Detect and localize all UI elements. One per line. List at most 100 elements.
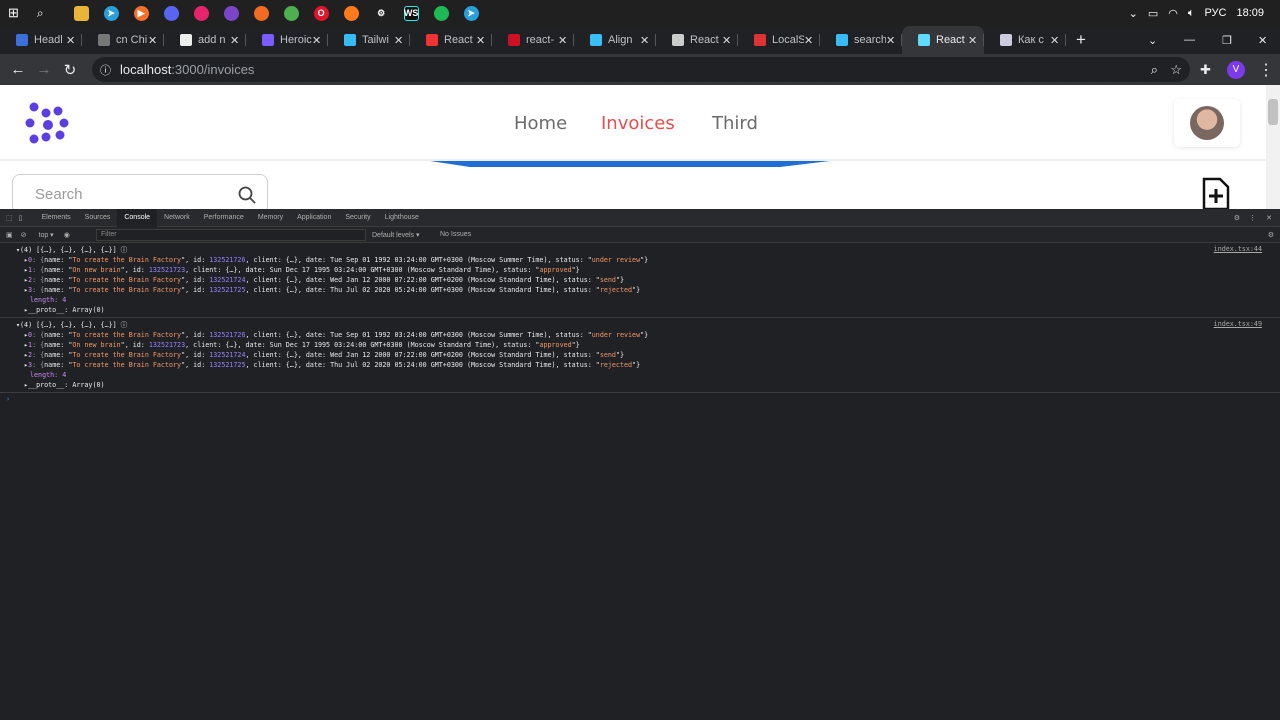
profile-avatar[interactable]: V [1227, 60, 1245, 79]
wifi-icon[interactable]: ◠ [1168, 7, 1178, 20]
array-proto[interactable]: ▸__proto__: Array(0) [16, 380, 1280, 390]
console-prompt[interactable]: › [0, 393, 1280, 405]
opera-icon[interactable]: O [313, 5, 329, 21]
add-document-icon[interactable] [1202, 177, 1230, 209]
context-select[interactable]: top ▾ [39, 231, 54, 239]
tab-close-icon[interactable]: ✕ [394, 34, 404, 47]
tab-close-icon[interactable]: ✕ [312, 34, 322, 47]
array-proto[interactable]: ▸__proto__: Array(0) [16, 305, 1280, 315]
browser-tab[interactable]: Heroic ✕ [246, 26, 328, 54]
nav-third[interactable]: Third [712, 113, 758, 134]
devtools-tab[interactable]: Performance [197, 209, 251, 227]
array-item[interactable]: ▸0: {name: "To create the Brain Factory"… [16, 255, 1280, 265]
source-link[interactable]: index.tsx:49 [1214, 320, 1262, 328]
array-item[interactable]: ▸1: {name: "On new brain", id: 132521723… [16, 265, 1280, 275]
issues-button[interactable]: No Issues [440, 231, 471, 238]
menu-dots-icon[interactable]: ⋮ [1258, 60, 1274, 80]
array-item[interactable]: ▸2: {name: "To create the Brain Factory"… [16, 275, 1280, 285]
zoom-icon[interactable]: ⌕ [1151, 62, 1158, 78]
sidebar-toggle-icon[interactable]: ▣ [6, 231, 13, 239]
browser-tab[interactable]: Tailwi ✕ [328, 26, 410, 54]
search-icon[interactable]: ⌕ [37, 6, 44, 21]
bookmark-star-icon[interactable]: ☆ [1170, 62, 1182, 78]
browser-tab[interactable]: Как с ✕ [984, 26, 1066, 54]
devtools-tab[interactable]: Network [157, 209, 197, 227]
devtools-tab[interactable]: Memory [251, 209, 290, 227]
back-icon[interactable]: ← [5, 61, 31, 78]
devtools-tab[interactable]: Sources [78, 209, 118, 227]
app-orange-icon[interactable] [253, 5, 269, 21]
tab-close-icon[interactable]: ✕ [968, 34, 978, 47]
telegram-2-icon[interactable]: ➤ [463, 5, 479, 21]
devtools-menu-icon[interactable]: ⋮ [1249, 214, 1256, 222]
settings-icon[interactable]: ⚙ [374, 6, 389, 21]
app-pink-icon[interactable] [193, 5, 209, 21]
tab-close-icon[interactable]: ✕ [66, 34, 76, 47]
browser-tab[interactable]: react- ✕ [492, 26, 574, 54]
devtools-tab[interactable]: Elements [34, 209, 77, 227]
browser-tab[interactable]: React ✕ [410, 26, 492, 54]
folder-icon[interactable] [73, 5, 89, 21]
tab-close-icon[interactable]: ✕ [722, 34, 732, 47]
tab-close-icon[interactable]: ✕ [148, 34, 158, 47]
chrome-icon[interactable] [283, 5, 299, 21]
spotify-icon[interactable] [433, 5, 449, 21]
devtools-tab[interactable]: Lighthouse [378, 209, 426, 227]
browser-tab[interactable]: React ✕ [656, 26, 738, 54]
array-item[interactable]: ▸3: {name: "To create the Brain Factory"… [16, 360, 1280, 370]
array-item[interactable]: ▸2: {name: "To create the Brain Factory"… [16, 350, 1280, 360]
source-link[interactable]: index.tsx:44 [1214, 245, 1262, 253]
array-item[interactable]: ▸0: {name: "To create the Brain Factory"… [16, 330, 1280, 340]
search-input[interactable]: Search [12, 174, 268, 209]
devtools-tab[interactable]: Security [338, 209, 377, 227]
player-icon[interactable]: ▶ [133, 5, 149, 21]
telegram-icon[interactable]: ➤ [103, 5, 119, 21]
browser-tab[interactable]: cn Chi ✕ [82, 26, 164, 54]
close-window-icon[interactable]: ✕ [1258, 34, 1267, 47]
tab-close-icon[interactable]: ✕ [476, 34, 486, 47]
eye-icon[interactable]: ◉ [64, 231, 70, 239]
tab-close-icon[interactable]: ✕ [886, 34, 896, 47]
array-summary[interactable]: ▾(4) [{…}, {…}, {…}, {…}] ⓘ [16, 245, 1280, 255]
chevron-up-icon[interactable]: ⌄ [1129, 7, 1138, 20]
log-levels-select[interactable]: Default levels ▾ [372, 231, 419, 239]
discord-icon[interactable] [163, 5, 179, 21]
clock[interactable]: 18:09 [1236, 7, 1264, 19]
console-filter-input[interactable]: Filter [96, 229, 366, 241]
maximize-icon[interactable]: ❐ [1222, 34, 1232, 47]
console-settings-icon[interactable]: ⚙ [1268, 231, 1274, 239]
devtools-settings-icon[interactable]: ⚙ [1234, 214, 1240, 222]
user-avatar-button[interactable] [1174, 99, 1240, 147]
volume-icon[interactable]: 🔈︎ [1188, 7, 1195, 20]
search-icon[interactable] [238, 186, 256, 204]
extensions-icon[interactable]: ✚ [1200, 62, 1211, 78]
github-desktop-icon[interactable] [223, 5, 239, 21]
language-indicator[interactable]: РУС [1204, 7, 1226, 19]
firefox-icon[interactable] [343, 5, 359, 21]
tab-close-icon[interactable]: ✕ [1050, 34, 1060, 47]
minimize-icon[interactable]: — [1184, 34, 1195, 46]
nav-invoices[interactable]: Invoices [601, 113, 675, 134]
forward-icon[interactable]: → [31, 61, 57, 78]
browser-tab[interactable]: React ✕ [902, 26, 984, 54]
tab-close-icon[interactable]: ✕ [558, 34, 568, 47]
tab-close-icon[interactable]: ✕ [230, 34, 240, 47]
array-summary[interactable]: ▾(4) [{…}, {…}, {…}, {…}] ⓘ [16, 320, 1280, 330]
clear-console-icon[interactable]: ⊘ [21, 231, 27, 239]
array-item[interactable]: ▸3: {name: "To create the Brain Factory"… [16, 285, 1280, 295]
new-tab-icon[interactable]: + [1076, 30, 1086, 50]
battery-icon[interactable]: ▭ [1148, 7, 1158, 20]
tab-close-icon[interactable]: ✕ [640, 34, 650, 47]
device-toggle-icon[interactable]: ▯ [19, 214, 23, 222]
devtools-close-icon[interactable]: ✕ [1266, 214, 1272, 222]
tab-search-icon[interactable]: ⌄ [1148, 34, 1157, 47]
array-item[interactable]: ▸1: {name: "On new brain", id: 132521723… [16, 340, 1280, 350]
browser-tab[interactable]: Headl ✕ [0, 26, 82, 54]
devtools-tab[interactable]: Console [117, 208, 158, 227]
webstorm-icon[interactable]: WS [403, 5, 419, 21]
windows-start-icon[interactable]: ⊞ [8, 5, 19, 21]
reload-icon[interactable]: ↻ [57, 61, 83, 79]
page-scrollbar[interactable] [1266, 85, 1280, 209]
info-icon[interactable]: ⓘ [100, 62, 111, 78]
nav-home[interactable]: Home [514, 113, 567, 134]
